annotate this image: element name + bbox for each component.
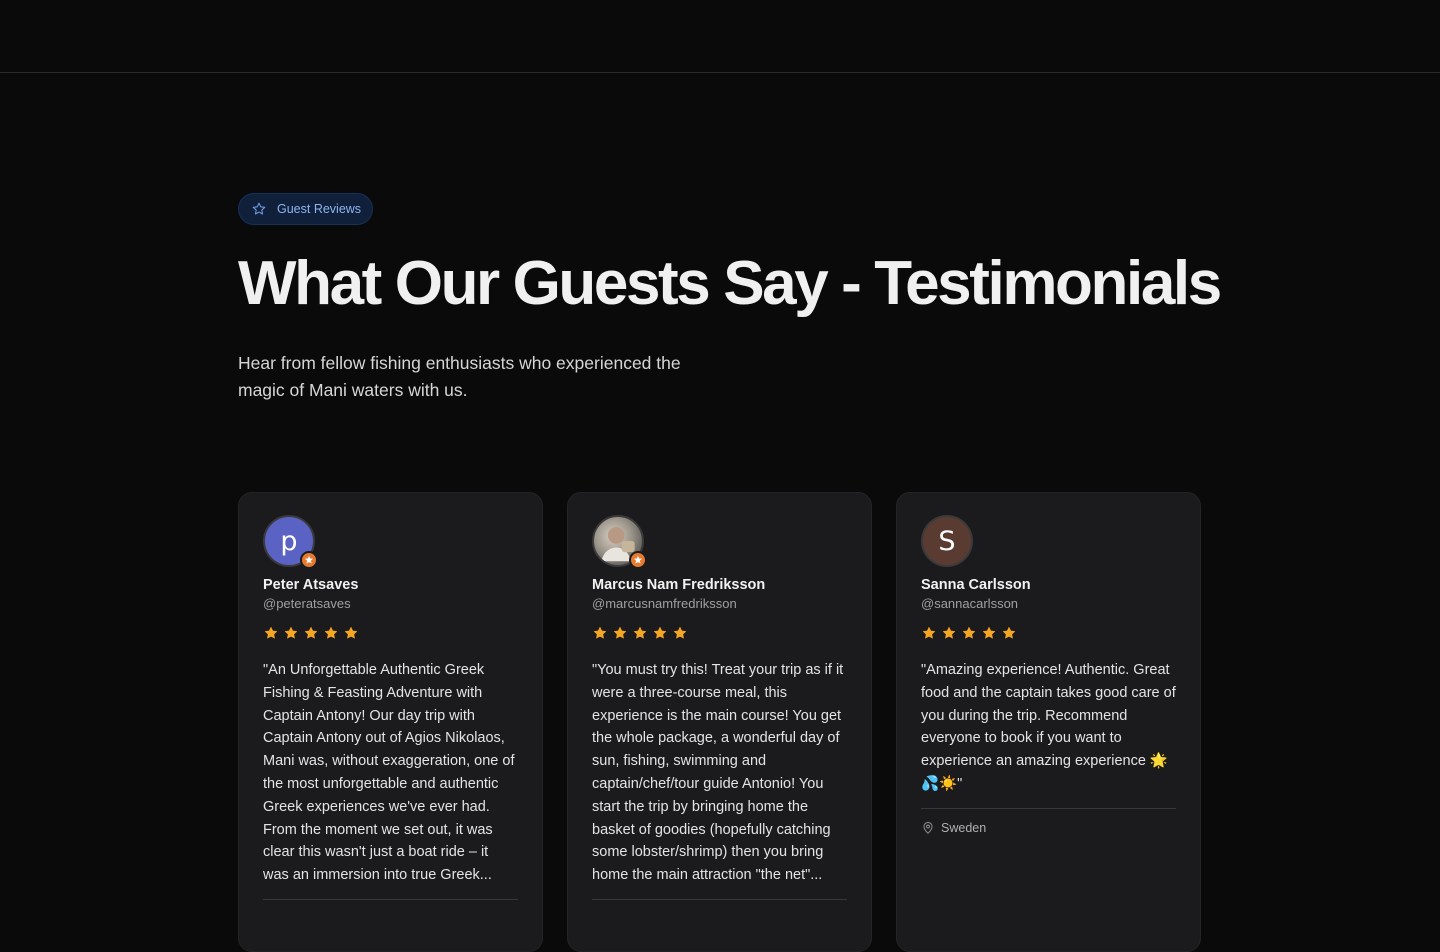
star-icon (303, 625, 319, 641)
avatar: S (921, 515, 973, 567)
map-pin-icon (921, 821, 935, 835)
review-text: "Amazing experience! Authentic. Great fo… (921, 662, 1176, 792)
reviewer-name: Marcus Nam Fredriksson (592, 577, 766, 593)
star-icon (961, 625, 977, 641)
reviewer-handle: @peteratsaves (263, 596, 351, 611)
star-icon (632, 625, 648, 641)
review-text: "You must try this! Treat your trip as i… (592, 662, 844, 884)
star-icon (612, 625, 628, 641)
reviewer-handle: @sannacarlsson (921, 596, 1019, 611)
star-icon (263, 625, 279, 641)
star-icon (283, 625, 299, 641)
reviewer-location: Sweden (921, 821, 1176, 835)
location-label: Sweden (941, 820, 987, 835)
star-icon (343, 625, 359, 641)
testimonial-card: Marcus Nam Fredriksson @marcusnamfredrik… (567, 492, 872, 952)
reviewer-handle: @marcusnamfredriksson (592, 596, 737, 611)
reviewer-name: Sanna Carlsson (921, 577, 1031, 593)
avatar-container (592, 515, 647, 569)
star-rating (921, 625, 1176, 641)
testimonial-card: p Peter Atsaves @peteratsaves "An Unforg… (238, 492, 543, 952)
page-title: What Our Guests Say - Testimonials (238, 249, 1222, 318)
star-outline-icon (251, 201, 267, 217)
star-rating (592, 625, 847, 641)
star-icon (652, 625, 668, 641)
review-text: "An Unforgettable Authentic Greek Fishin… (263, 662, 515, 884)
reviewer-name: Peter Atsaves (263, 577, 359, 593)
star-icon (592, 625, 608, 641)
avatar-container: p (263, 515, 318, 569)
star-icon (921, 625, 937, 641)
guest-reviews-badge: Guest Reviews (238, 193, 374, 225)
top-navigation-bar (0, 0, 1440, 73)
page-subtitle: Hear from fellow fishing enthusiasts who… (238, 353, 681, 401)
verified-badge-icon (629, 551, 647, 569)
star-icon (323, 625, 339, 641)
star-rating (263, 625, 518, 641)
star-icon (1001, 625, 1017, 641)
hero-section: Guest Reviews What Our Guests Say - Test… (238, 193, 1222, 404)
badge-label: Guest Reviews (277, 202, 362, 216)
testimonials-grid: p Peter Atsaves @peteratsaves "An Unforg… (238, 492, 1201, 952)
star-icon (981, 625, 997, 641)
testimonial-card: S Sanna Carlsson @sannacarlsson "Amazing… (896, 492, 1201, 952)
card-divider (921, 807, 1176, 809)
verified-badge-icon (300, 551, 318, 569)
avatar-container: S (921, 515, 973, 567)
star-icon (672, 625, 688, 641)
star-icon (941, 625, 957, 641)
